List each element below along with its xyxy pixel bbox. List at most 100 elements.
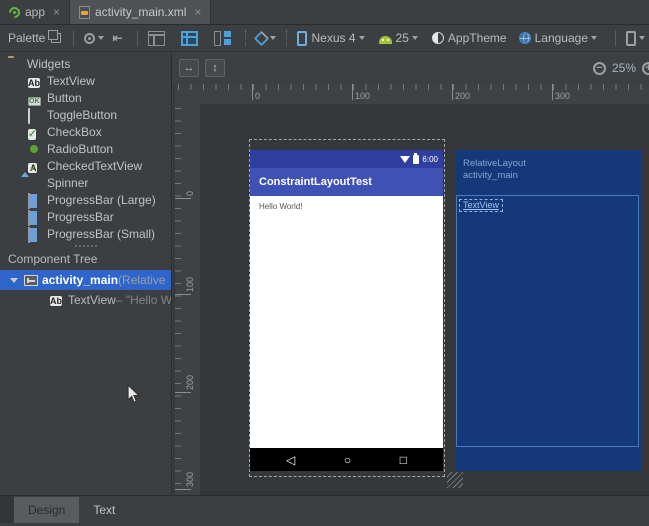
tab-app[interactable]: app ×: [0, 0, 70, 24]
radiobutton-icon: [28, 143, 42, 155]
design-surface: ↔ ↕ − 25% + 0 100 200 300 0 100 200 300 …: [173, 52, 649, 495]
toolbar-separator: [73, 30, 74, 46]
api-selector[interactable]: 25: [379, 31, 418, 45]
component-tree-title: Component Tree: [0, 249, 171, 270]
mouse-cursor: [127, 384, 141, 405]
palette-item-textview[interactable]: Ab TextView: [0, 72, 171, 89]
blueprint-root-bounds[interactable]: TextView: [456, 195, 639, 447]
blueprint-view[interactable]: RelativeLayout activity_main TextView: [455, 150, 641, 471]
tree-root-suffix: (Relative: [118, 273, 165, 287]
zoom-in-button[interactable]: +: [642, 62, 649, 75]
palette-group-widgets[interactable]: Widgets: [0, 55, 171, 72]
tree-row-textview[interactable]: Ab TextView – "Hello W: [0, 290, 171, 310]
progressbar-icon: [28, 228, 42, 240]
blueprint-view-icon: [181, 31, 198, 46]
orientation-button[interactable]: [256, 33, 276, 44]
wifi-icon: [400, 156, 410, 163]
mode-bar-lead: [0, 496, 14, 523]
virtual-device-button[interactable]: [626, 31, 645, 46]
zoom-level: 25%: [612, 61, 636, 75]
palette-item-checkbox[interactable]: ✓ CheckBox: [0, 123, 171, 140]
gear-icon: [84, 33, 95, 44]
tab-activity-main-label: activity_main.xml: [95, 5, 186, 19]
group-by-icon: [51, 33, 61, 43]
run-app-icon: [7, 4, 23, 20]
hello-world-textview[interactable]: Hello World!: [259, 202, 302, 211]
textview-icon: Ab: [50, 293, 64, 307]
palette-item-progressbar-large[interactable]: ProgressBar (Large): [0, 191, 171, 208]
tab-activity-main-xml[interactable]: activity_main.xml ×: [70, 0, 211, 24]
chevron-down-icon: [270, 36, 276, 40]
globe-icon: [519, 32, 531, 44]
palette-item-spinner[interactable]: Spinner: [0, 174, 171, 191]
tree-root-name: activity_main: [42, 273, 118, 287]
palette-item-label: CheckedTextView: [47, 159, 142, 173]
editor-mode-bar: Design Text: [0, 495, 649, 526]
checkbox-icon: ✓: [28, 126, 42, 138]
design-view-button[interactable]: [144, 31, 169, 46]
palette-item-progressbar-small[interactable]: ProgressBar (Small): [0, 225, 171, 242]
tab-text[interactable]: Text: [79, 497, 129, 523]
language-selector[interactable]: Language: [519, 31, 597, 45]
both-views-icon: [214, 31, 231, 46]
theme-selector-label: AppTheme: [448, 31, 507, 45]
relativelayout-icon: [24, 275, 38, 286]
zoom-out-button[interactable]: −: [593, 62, 606, 75]
xml-file-icon: [79, 6, 90, 19]
blueprint-layout-id: activity_main: [463, 170, 526, 182]
palette-item-label: ProgressBar (Small): [47, 227, 155, 241]
palette-item-label: Button: [47, 91, 82, 105]
blueprint-layout-type: RelativeLayout: [463, 158, 526, 170]
palette-item-label: ToggleButton: [47, 108, 117, 122]
both-views-button[interactable]: [210, 31, 235, 46]
status-time: 6:00: [422, 155, 438, 164]
chevron-down-icon: [639, 36, 645, 40]
palette-group-button[interactable]: [51, 33, 63, 43]
api-selector-label: 25: [396, 31, 409, 45]
blueprint-textview[interactable]: TextView: [459, 199, 503, 212]
minus-icon: −: [596, 62, 602, 74]
palette-item-label: ProgressBar: [47, 210, 114, 224]
device-content-area[interactable]: Hello World!: [250, 196, 443, 448]
app-bar-title: ConstraintLayoutTest: [259, 176, 372, 188]
tab-app-label: app: [25, 5, 45, 19]
vertical-arrows-icon: ↕: [212, 62, 218, 74]
horizontal-ruler: 0 100 200 300: [175, 84, 649, 104]
palette-item-radiobutton[interactable]: RadioButton: [0, 140, 171, 157]
tree-row-activity-main[interactable]: activity_main (Relative: [0, 270, 171, 290]
device-selector[interactable]: Nexus 4: [297, 31, 365, 46]
palette-title: Palette: [0, 31, 45, 45]
hide-palette-button[interactable]: ⇤: [112, 31, 122, 45]
folder-icon: [8, 58, 22, 70]
expander-icon[interactable]: [10, 278, 18, 283]
match-height-button[interactable]: ↕: [205, 59, 225, 77]
battery-icon: [413, 155, 419, 164]
device-nav-bar: ◁ ○ □: [250, 448, 443, 471]
palette-item-togglebutton[interactable]: ToggleButton: [0, 106, 171, 123]
close-icon[interactable]: ×: [194, 5, 201, 19]
device-selector-label: Nexus 4: [312, 31, 356, 45]
close-icon[interactable]: ×: [53, 5, 60, 19]
device-preview[interactable]: 6:00 ConstraintLayoutTest Hello World! ◁…: [250, 150, 443, 471]
nav-home-icon: ○: [344, 453, 351, 467]
progressbar-icon: [28, 211, 42, 223]
canvas-toolbar: ↔ ↕ − 25% +: [173, 52, 649, 84]
palette-settings-button[interactable]: [84, 33, 104, 44]
match-width-button[interactable]: ↔: [179, 59, 199, 77]
toolbar-separator: [137, 30, 138, 46]
textview-icon: Ab: [28, 75, 42, 87]
spinner-icon: [28, 177, 42, 189]
palette-item-button[interactable]: OK Button: [0, 89, 171, 106]
designer-toolbar: Palette ⇤ Nexus 4 25 AppTheme Language: [0, 25, 649, 52]
palette-item-progressbar[interactable]: ProgressBar: [0, 208, 171, 225]
chevron-down-icon: [98, 36, 104, 40]
toolbar-separator: [615, 30, 616, 46]
button-icon: OK: [28, 92, 42, 104]
canvas-resize-handle[interactable]: [447, 472, 463, 488]
editor-tab-bar: app × activity_main.xml ×: [0, 0, 649, 25]
tab-design[interactable]: Design: [14, 497, 79, 523]
panel-splitter[interactable]: [0, 242, 171, 249]
blueprint-view-button[interactable]: [177, 31, 202, 46]
design-view-icon: [148, 31, 165, 46]
theme-selector[interactable]: AppTheme: [432, 31, 507, 45]
